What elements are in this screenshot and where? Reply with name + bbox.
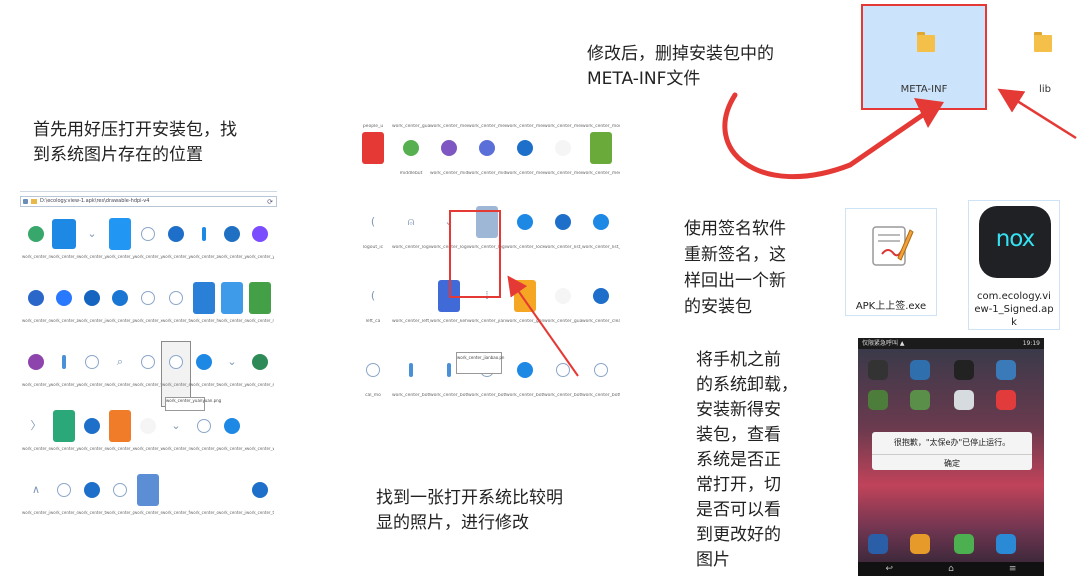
arrow-head xyxy=(914,98,944,128)
lib-arrow xyxy=(997,88,1077,140)
image-arrow xyxy=(507,275,579,377)
annotation-arrows xyxy=(507,88,1077,377)
curved-arrow xyxy=(722,92,933,180)
file-tooltip: work_center_jianbao.pn xyxy=(456,352,504,374)
